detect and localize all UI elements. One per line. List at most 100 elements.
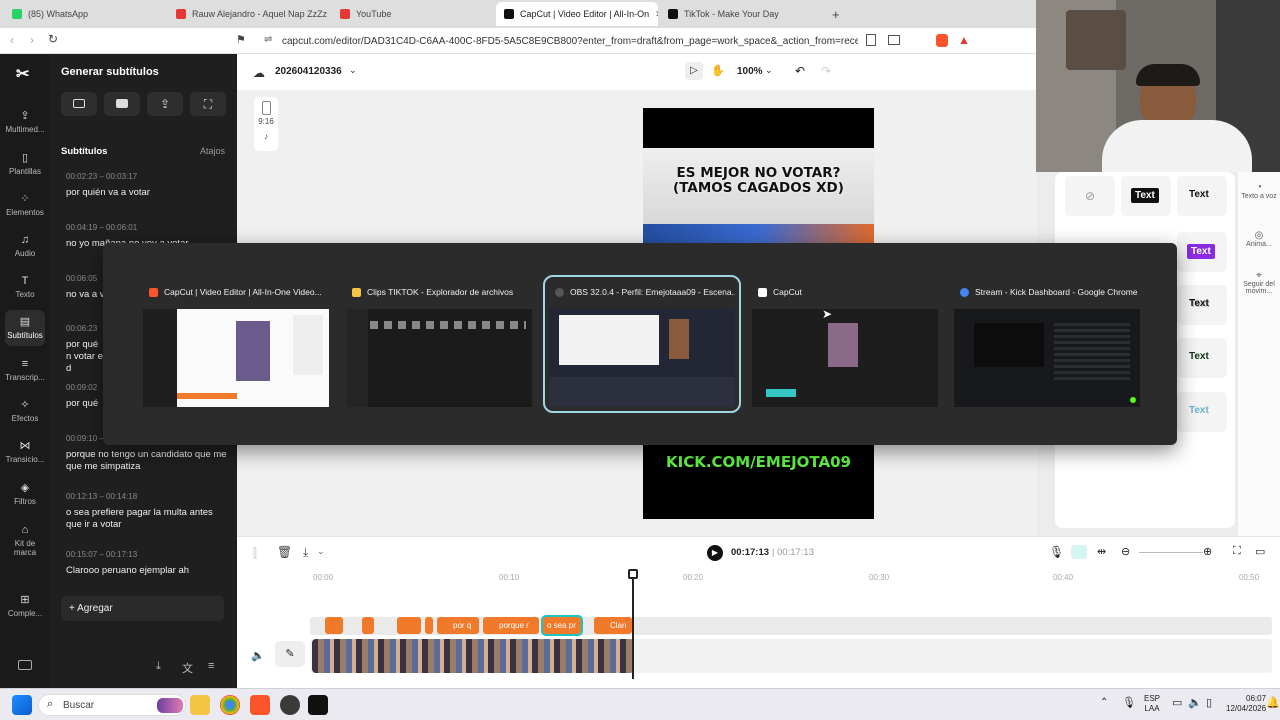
no-style-option[interactable]: ⊘ (1065, 176, 1115, 216)
zoom-slider[interactable] (1139, 552, 1203, 553)
auto-captions-button[interactable] (61, 92, 97, 116)
site-info-icon[interactable]: ⇌ (264, 34, 272, 45)
clock[interactable]: 06:07 12/04/2026 (1226, 694, 1266, 714)
edit-cover-button[interactable]: ✎ (275, 641, 305, 667)
text-style-option[interactable]: Text (1177, 338, 1227, 378)
rail-item-motion-tracking[interactable]: ⌖ Seguir del movim... (1238, 270, 1280, 295)
microphone-icon[interactable]: 🎙 (1122, 696, 1136, 709)
rail-item-transcript[interactable]: ≡ Transcrip... (0, 358, 50, 382)
zoom-out-icon[interactable]: ⊖ (1121, 545, 1130, 558)
hand-tool-icon[interactable]: ✋ (711, 64, 725, 77)
select-tool-icon[interactable]: ▷ (685, 62, 703, 80)
caption-clip[interactable] (362, 617, 374, 634)
chevron-down-icon[interactable]: ⌄ (317, 546, 325, 557)
brave-icon[interactable] (250, 695, 270, 715)
caption-clip[interactable]: Clan (594, 617, 632, 634)
rail-item-text-to-speech[interactable]: ◔ Texto a voz (1238, 182, 1280, 200)
taskbar-search[interactable]: ⌕ Buscar (38, 694, 186, 716)
rail-item-subtitles[interactable]: ▤ Subtítulos (5, 310, 45, 346)
rail-item-brand-kit[interactable]: ⌂ Kit de marca (0, 524, 50, 557)
microphone-icon[interactable]: 🎙 (1049, 545, 1064, 559)
fullscreen-icon[interactable]: ⛶ (1233, 545, 1241, 558)
chevron-down-icon[interactable]: ⌄ (765, 65, 773, 76)
text-align-icon[interactable]: ≡ (208, 660, 214, 672)
time-ruler[interactable]: 00:00 00:10 00:20 00:30 00:40 00:50 (237, 569, 1280, 582)
caption-clip[interactable] (325, 617, 343, 634)
battery-icon[interactable]: ▯ (1206, 696, 1212, 709)
switcher-window-capcut-browser[interactable]: CapCut | Video Editor | All-In-One Video… (143, 281, 329, 407)
windows-start-icon[interactable] (12, 695, 32, 715)
keyboard-icon[interactable] (18, 660, 32, 670)
rail-item-plugins[interactable]: ⊞ Comple... (0, 594, 50, 618)
video-clip[interactable] (312, 639, 634, 673)
manual-captions-button[interactable] (104, 92, 140, 116)
switcher-window-file-explorer[interactable]: Clips TIKTOK - Explorador de archivos (346, 281, 532, 407)
subtitle-item[interactable]: 00:06:23 por qué n votar el d (66, 323, 106, 375)
subtitle-item[interactable]: 00:12:13 – 00:14:18 o sea prefiere pagar … (66, 491, 231, 531)
aspect-ratio-button[interactable]: 9:16 ♪ (254, 97, 278, 151)
capcut-icon[interactable] (308, 695, 328, 715)
rail-item-effects[interactable]: ✧ Efectos (0, 399, 50, 423)
back-icon[interactable]: ‹ (10, 33, 14, 47)
reload-icon[interactable]: ↻ (48, 32, 58, 46)
chevron-up-icon[interactable]: ⌃ (1100, 697, 1108, 708)
brave-shield-icon[interactable] (936, 34, 948, 47)
rail-item-text[interactable]: T Texto (0, 275, 50, 299)
download-icon[interactable]: ⤓ (303, 545, 308, 560)
playhead-handle[interactable] (628, 569, 638, 579)
bookmark-icon[interactable]: ⚑ (236, 33, 246, 46)
caption-clip-selected[interactable]: o sea pr (541, 615, 583, 636)
tab-capcut[interactable]: CapCut | Video Editor | All-In-On ✕ (496, 2, 658, 26)
rail-item-templates[interactable]: ▯ Plantillas (0, 152, 50, 176)
tab-youtube[interactable]: YouTube (332, 2, 492, 26)
text-style-option[interactable]: Text (1177, 232, 1227, 272)
url-field[interactable]: ⇌ capcut.com/editor/DAD31C4D-C6AA-400C-8… (258, 31, 858, 51)
rail-item-transitions[interactable]: ⋈ Transicio... (0, 440, 50, 464)
new-tab-button[interactable]: + (824, 2, 844, 26)
tab-youtube-music[interactable]: Rauw Alejandro - Aquel Nap ZzZz (Le (168, 2, 328, 26)
file-explorer-icon[interactable] (190, 695, 210, 715)
split-view-icon[interactable]: ⇹ (1097, 545, 1106, 558)
caption-clip[interactable] (397, 617, 421, 634)
scan-captions-button[interactable]: ⛶ (190, 92, 226, 116)
rail-item-animation[interactable]: ◎ Anima... (1238, 230, 1280, 248)
shortcuts-link[interactable]: Atajos (200, 146, 225, 156)
forward-icon[interactable]: › (30, 33, 34, 47)
download-icon[interactable]: ⤓ (156, 660, 161, 673)
translate-icon[interactable]: 文 (182, 660, 193, 676)
notification-icon[interactable]: 🔔 (1266, 696, 1280, 709)
tab-tiktok[interactable]: TikTok - Make Your Day (660, 2, 820, 26)
upload-captions-button[interactable]: ⇪ (147, 92, 183, 116)
volume-icon[interactable]: 🔈 (251, 649, 265, 662)
chevron-down-icon[interactable]: ⌄ (349, 65, 357, 76)
cast-icon[interactable] (888, 35, 900, 45)
split-icon[interactable]: ⫿ (253, 546, 257, 561)
brave-rewards-icon[interactable]: ▲ (958, 33, 970, 47)
play-button[interactable]: ▶ (707, 545, 723, 561)
rail-item-elements[interactable]: ⁘ Elementos (0, 193, 50, 217)
rail-item-filters[interactable]: ◈ Filtros (0, 482, 50, 506)
text-style-option[interactable]: Text (1121, 176, 1171, 216)
zoom-in-icon[interactable]: ⊕ (1203, 545, 1212, 558)
network-icon[interactable]: ▭ (1172, 696, 1182, 709)
rail-item-media[interactable]: ⇪ Multimed... (0, 110, 50, 134)
add-subtitle-button[interactable]: + Agregar (61, 596, 224, 621)
language-indicator[interactable]: ESP LAA (1144, 694, 1160, 714)
zoom-level[interactable]: 100% (737, 66, 763, 77)
switcher-window-capcut[interactable]: CapCut (752, 281, 938, 407)
subtitle-item[interactable]: 00:15:07 – 00:17:13 Clarooo peruano ejemp… (66, 549, 231, 577)
rail-item-audio[interactable]: ♫ Audio (0, 234, 50, 258)
extension-icon[interactable] (866, 34, 876, 46)
text-style-option[interactable]: Text (1177, 285, 1227, 325)
text-style-option[interactable]: Text (1177, 176, 1227, 216)
caption-clip[interactable]: porque r (483, 617, 539, 634)
obs-icon[interactable] (280, 695, 300, 715)
text-style-option[interactable]: Text (1177, 392, 1227, 432)
project-name[interactable]: 202604120336 (275, 66, 342, 77)
undo-icon[interactable]: ↶ (795, 64, 805, 78)
close-tab-icon[interactable]: ✕ (655, 9, 658, 20)
switcher-window-obs[interactable]: OBS 32.0.4 - Perfil: Emejotaaa09 - Escen… (543, 275, 741, 413)
feedback-icon[interactable]: ▭ (1255, 545, 1265, 558)
chrome-icon[interactable] (220, 695, 240, 715)
delete-icon[interactable]: 🗑 (277, 545, 292, 559)
